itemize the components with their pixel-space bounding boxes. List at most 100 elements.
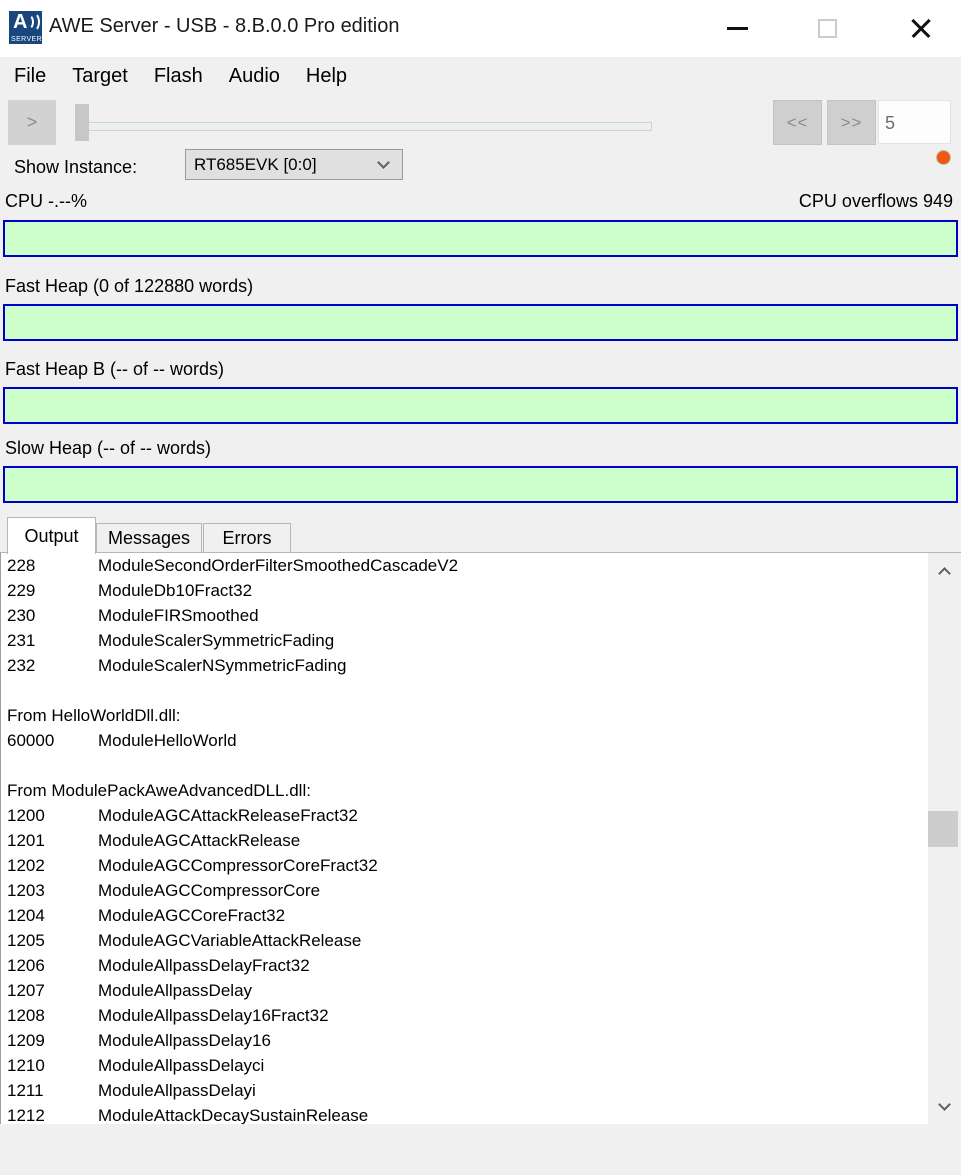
module-id: 1206 xyxy=(3,956,98,981)
module-id: 230 xyxy=(3,606,98,631)
scrollbar-thumb[interactable] xyxy=(928,811,958,847)
module-name: ModuleAllpassDelay xyxy=(98,981,252,1006)
module-id: 231 xyxy=(3,631,98,656)
module-id: 229 xyxy=(3,581,98,606)
close-button[interactable] xyxy=(892,0,950,56)
module-id: 232 xyxy=(3,656,98,681)
output-line: 231ModuleScalerSymmetricFading xyxy=(3,631,925,656)
output-line: 1207ModuleAllpassDelay xyxy=(3,981,925,1006)
output-line: 228ModuleSecondOrderFilterSmoothedCascad… xyxy=(3,556,925,581)
module-id: 60000 xyxy=(3,731,98,756)
module-name: ModuleFIRSmoothed xyxy=(98,606,259,631)
output-line xyxy=(3,756,925,781)
scroll-down-button[interactable] xyxy=(928,1092,961,1116)
slow-heap-meter xyxy=(3,466,958,503)
module-id: 1201 xyxy=(3,831,98,856)
output-line xyxy=(3,681,925,706)
cpu-label: CPU -.--% xyxy=(5,191,87,212)
tab-messages[interactable]: Messages xyxy=(96,523,202,553)
module-id: 228 xyxy=(3,556,98,581)
output-line: 229ModuleDb10Fract32 xyxy=(3,581,925,606)
module-name: ModuleScalerNSymmetricFading xyxy=(98,656,346,681)
menu-item-flash[interactable]: Flash xyxy=(141,57,216,95)
menu-item-file[interactable]: File xyxy=(1,57,59,95)
show-instance-label: Show Instance: xyxy=(14,157,137,178)
close-icon xyxy=(909,16,933,40)
tab-errors[interactable]: Errors xyxy=(203,523,291,553)
output-text: From HelloWorldDll.dll: xyxy=(3,706,181,731)
module-name: ModuleAllpassDelayi xyxy=(98,1081,256,1106)
titlebar: A SERVER AWE Server - USB - 8.B.0.0 Pro … xyxy=(0,0,961,57)
instance-select-value: RT685EVK [0:0] xyxy=(194,155,317,175)
module-id: 1203 xyxy=(3,881,98,906)
module-id: 1208 xyxy=(3,1006,98,1031)
output-text: From ModulePackAweAdvancedDLL.dll: xyxy=(3,781,311,806)
app-icon-caption: SERVER xyxy=(11,36,42,43)
module-id: 1204 xyxy=(3,906,98,931)
module-name: ModuleAGCAttackReleaseFract32 xyxy=(98,806,358,831)
menu-item-target[interactable]: Target xyxy=(59,57,141,95)
output-line: 1211ModuleAllpassDelayi xyxy=(3,1081,925,1106)
output-line: 1208ModuleAllpassDelay16Fract32 xyxy=(3,1006,925,1031)
output-line: 1210ModuleAllpassDelayci xyxy=(3,1056,925,1081)
module-name: ModuleAllpassDelay16Fract32 xyxy=(98,1006,329,1031)
output-text xyxy=(3,756,7,781)
tab-output[interactable]: Output xyxy=(7,517,96,554)
vertical-scrollbar[interactable] xyxy=(928,553,961,1124)
status-dot xyxy=(937,151,950,164)
module-name: ModuleAllpassDelay16 xyxy=(98,1031,271,1056)
module-name: ModuleHelloWorld xyxy=(98,731,237,756)
module-name: ModuleDb10Fract32 xyxy=(98,581,252,606)
cpu-meter xyxy=(3,220,958,257)
output-line: 1205ModuleAGCVariableAttackRelease xyxy=(3,931,925,956)
chevron-down-icon xyxy=(938,1098,951,1111)
output-line: From ModulePackAweAdvancedDLL.dll: xyxy=(3,781,925,806)
module-name: ModuleAllpassDelayci xyxy=(98,1056,264,1081)
menubar: FileTargetFlashAudioHelp xyxy=(0,57,961,95)
step-forward-button[interactable]: >> xyxy=(827,100,876,145)
module-name: ModuleAllpassDelayFract32 xyxy=(98,956,310,981)
output-line: 1201ModuleAGCAttackRelease xyxy=(3,831,925,856)
output-line: 1209ModuleAllpassDelay16 xyxy=(3,1031,925,1056)
output-line: 1202ModuleAGCCompressorCoreFract32 xyxy=(3,856,925,881)
fast-heap-b-label: Fast Heap B (-- of -- words) xyxy=(5,359,224,380)
statusbar: ✓ Connected xyxy=(0,1124,961,1175)
cpu-overflows-label: CPU overflows 949 xyxy=(799,191,953,212)
output-panel[interactable]: 228ModuleSecondOrderFilterSmoothedCascad… xyxy=(0,552,961,1124)
scroll-up-button[interactable] xyxy=(928,561,961,585)
output-line: 60000ModuleHelloWorld xyxy=(3,731,925,756)
position-slider-track[interactable] xyxy=(85,122,652,131)
step-back-button[interactable]: << xyxy=(773,100,822,145)
output-line: 1200ModuleAGCAttackReleaseFract32 xyxy=(3,806,925,831)
module-id: 1212 xyxy=(3,1106,98,1124)
output-lines: 228ModuleSecondOrderFilterSmoothedCascad… xyxy=(3,556,925,1124)
maximize-button[interactable] xyxy=(798,0,856,56)
module-id: 1210 xyxy=(3,1056,98,1081)
output-line: 1206ModuleAllpassDelayFract32 xyxy=(3,956,925,981)
chevron-up-icon xyxy=(938,567,951,580)
module-name: ModuleScalerSymmetricFading xyxy=(98,631,334,656)
module-id: 1209 xyxy=(3,1031,98,1056)
module-id: 1211 xyxy=(3,1081,98,1106)
module-name: ModuleSecondOrderFilterSmoothedCascadeV2 xyxy=(98,556,458,581)
minimize-icon xyxy=(727,27,748,30)
minimize-button[interactable] xyxy=(708,0,766,56)
module-id: 1205 xyxy=(3,931,98,956)
fast-heap-label: Fast Heap (0 of 122880 words) xyxy=(5,276,253,297)
play-button[interactable]: > xyxy=(8,100,56,145)
module-name: ModuleAGCAttackRelease xyxy=(98,831,300,856)
position-slider-thumb[interactable] xyxy=(75,104,89,141)
module-id: 1202 xyxy=(3,856,98,881)
instance-select[interactable]: RT685EVK [0:0] xyxy=(185,149,403,180)
output-line: 1212ModuleAttackDecaySustainRelease xyxy=(3,1106,925,1124)
module-name: ModuleAGCVariableAttackRelease xyxy=(98,931,361,956)
module-id: 1207 xyxy=(3,981,98,1006)
module-name: ModuleAGCCoreFract32 xyxy=(98,906,285,931)
awe-server-window: A SERVER AWE Server - USB - 8.B.0.0 Pro … xyxy=(0,0,961,1175)
output-line: 1204ModuleAGCCoreFract32 xyxy=(3,906,925,931)
count-input[interactable] xyxy=(878,100,951,144)
menu-item-help[interactable]: Help xyxy=(293,57,360,95)
menu-item-audio[interactable]: Audio xyxy=(216,57,293,95)
maximize-icon xyxy=(818,19,837,38)
output-line: 232ModuleScalerNSymmetricFading xyxy=(3,656,925,681)
